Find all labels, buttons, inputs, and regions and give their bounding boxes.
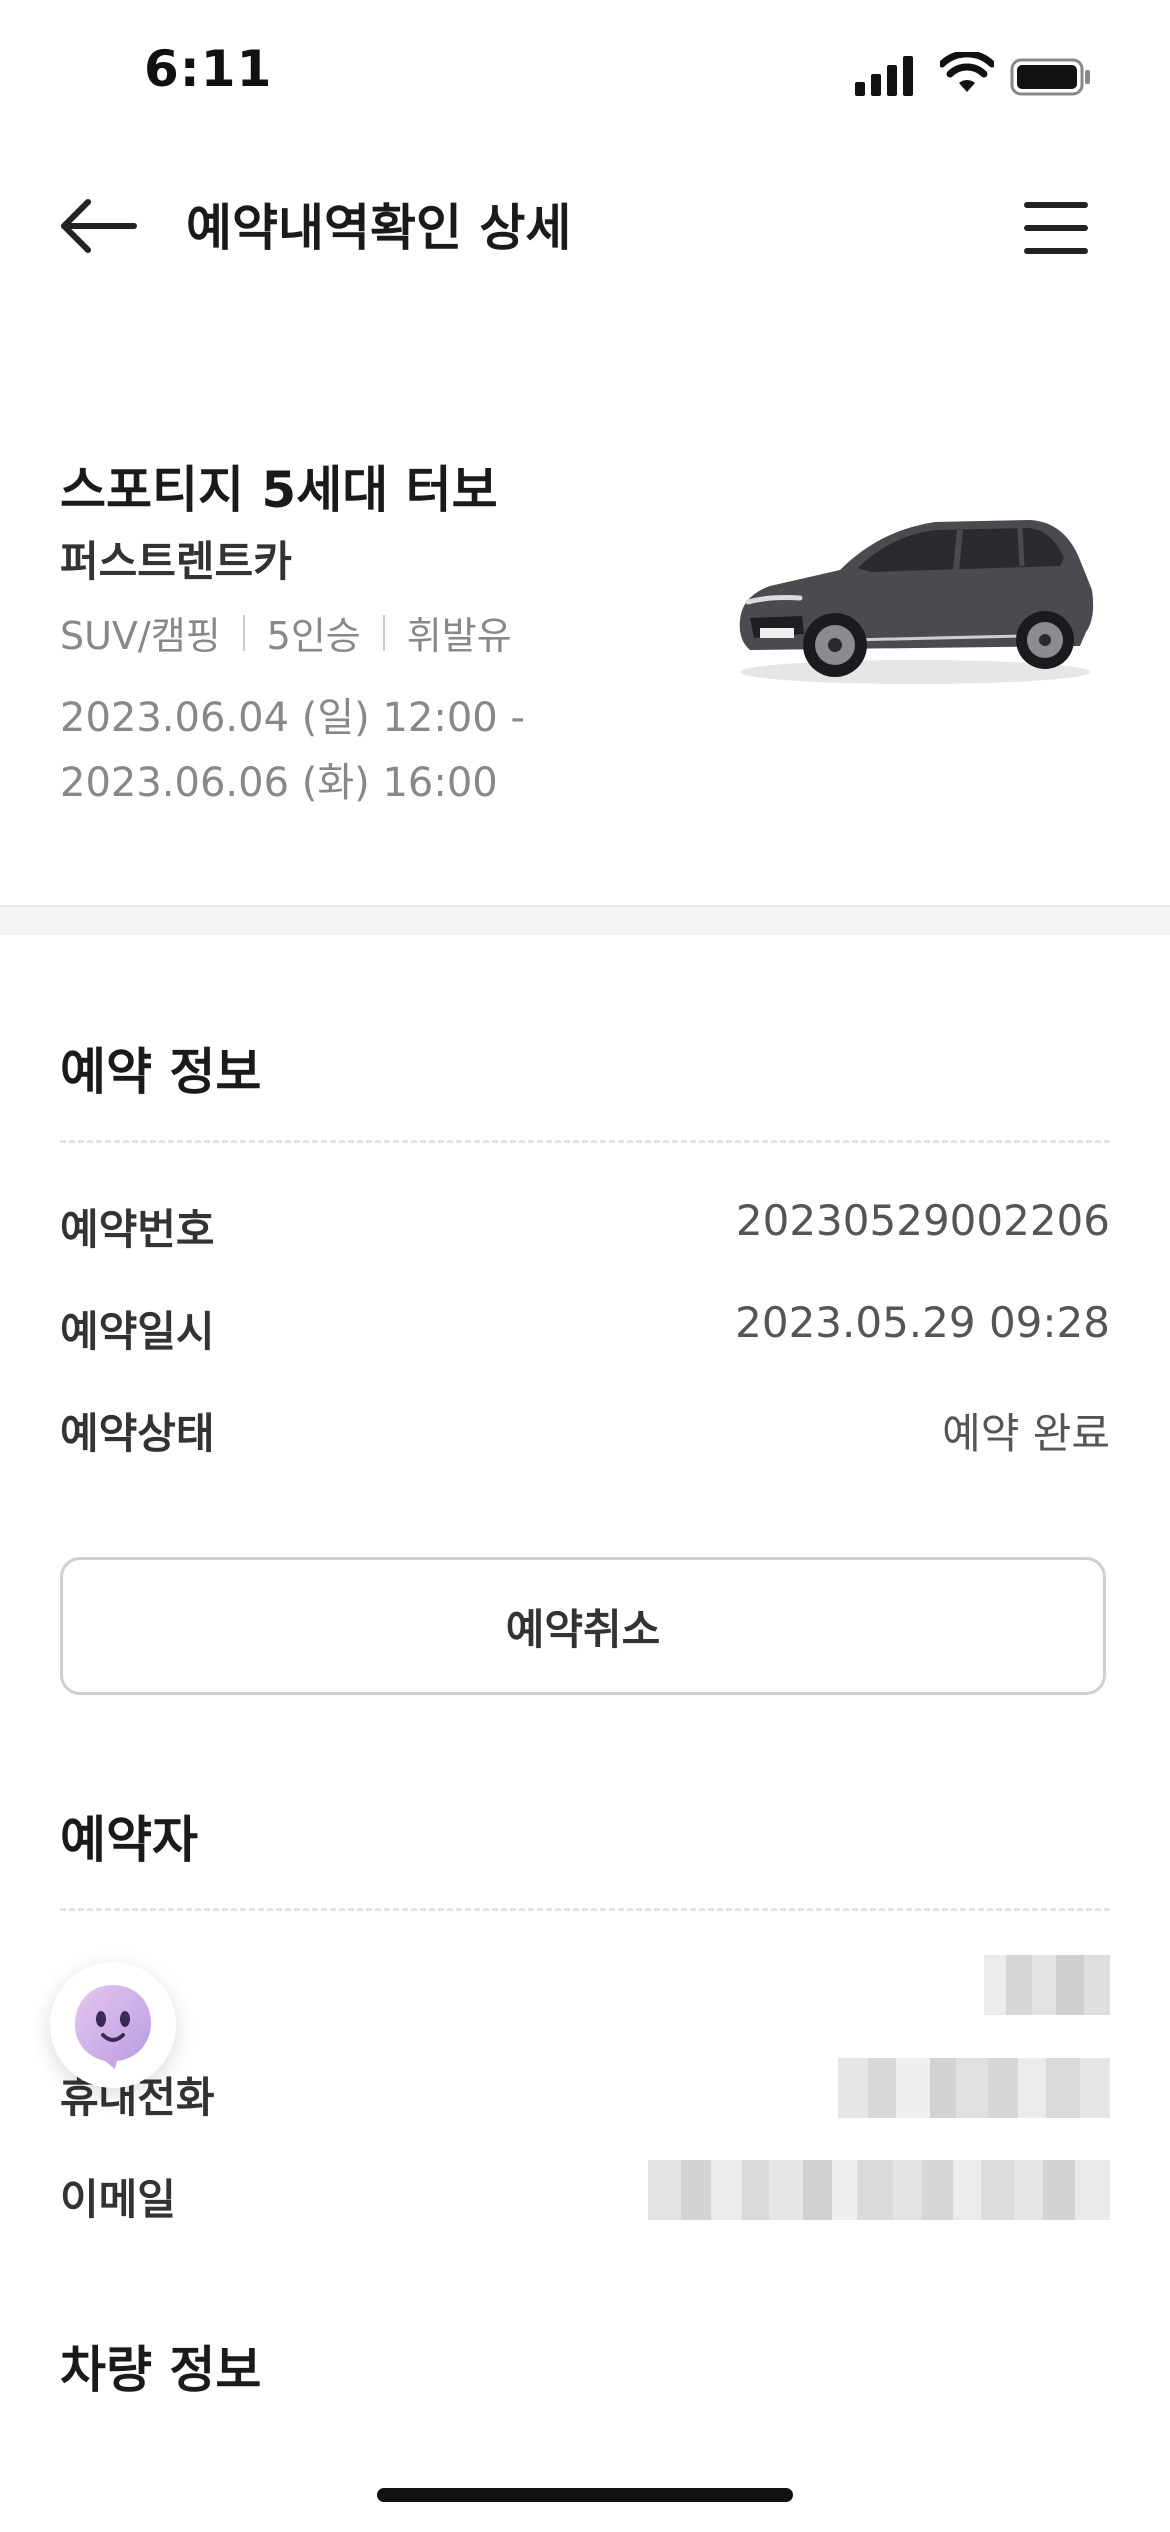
- rental-company: 퍼스트렌트카: [60, 537, 292, 586]
- seats-tag: 5인승: [266, 614, 361, 658]
- email-redacted: [648, 2160, 1110, 2220]
- hamburger-menu-icon[interactable]: [1024, 200, 1088, 256]
- reservation-status-value: 예약 완료: [942, 1409, 1110, 1458]
- reservation-datetime-value: 2023.05.29 09:28: [735, 1298, 1110, 1347]
- car-tags: SUV/캠핑 5인승 휘발유: [60, 605, 512, 660]
- rental-period-start: 2023.06.04 (일) 12:00 -: [60, 695, 525, 741]
- fuel-tag: 휘발유: [406, 614, 512, 658]
- booker-name-redacted: [984, 1955, 1110, 2015]
- phone-redacted: [838, 2058, 1110, 2118]
- tag-separator: [242, 614, 245, 651]
- back-arrow-icon[interactable]: [58, 196, 138, 256]
- status-time: 6:11: [144, 40, 273, 98]
- tag-separator: [382, 614, 385, 651]
- car-name: 스포티지 5세대 터보: [60, 461, 498, 519]
- page-title: 예약내역확인 상세: [186, 199, 572, 257]
- booker-title: 예약자: [60, 1811, 198, 1869]
- reservation-datetime-label: 예약일시: [60, 1307, 215, 1356]
- dashed-divider: [60, 1140, 1110, 1143]
- reservation-number-label: 예약번호: [60, 1205, 215, 1254]
- vehicle-info-title: 차량 정보: [60, 2341, 262, 2399]
- cancel-reservation-button[interactable]: 예약취소: [60, 1557, 1106, 1695]
- wifi-icon: [940, 52, 994, 92]
- email-label: 이메일: [60, 2175, 176, 2224]
- chatbot-button[interactable]: [50, 1962, 176, 2088]
- battery-icon: [1010, 58, 1090, 96]
- car-type-tag: SUV/캠핑: [60, 614, 221, 658]
- chatbot-ghost-icon: [75, 1985, 151, 2069]
- reservation-status-label: 예약상태: [60, 1409, 215, 1458]
- dashed-divider: [60, 1908, 1110, 1911]
- rental-period-end: 2023.06.06 (화) 16:00: [60, 760, 498, 806]
- home-indicator: [377, 2488, 793, 2502]
- car-image: [739, 520, 1094, 684]
- reservation-info-title: 예약 정보: [60, 1043, 262, 1101]
- section-divider: [0, 905, 1170, 935]
- cellular-signal-icon: [855, 56, 913, 96]
- reservation-number-value: 20230529002206: [735, 1196, 1110, 1245]
